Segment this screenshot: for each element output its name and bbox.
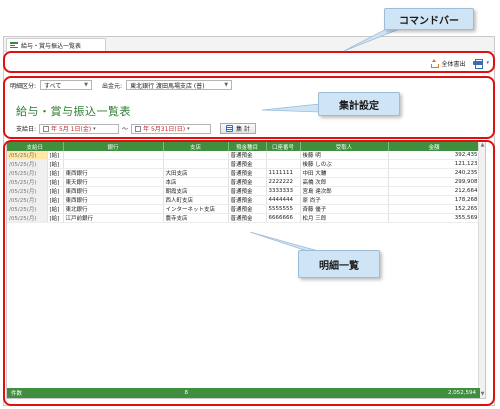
tab-label: 給与・賞与振込一覧表 [21, 43, 82, 50]
detail-list-balloon: 明細一覧 [298, 250, 380, 278]
report-icon [10, 42, 18, 49]
command-bar-callout [3, 51, 495, 73]
aggregate-settings-balloon: 集計設定 [318, 92, 400, 116]
command-bar-balloon: コマンドバー [384, 8, 474, 30]
detail-list-callout [3, 140, 495, 406]
tab-bar: 給与・賞与振込一覧表 [4, 37, 494, 52]
aggregate-settings-callout [3, 76, 495, 139]
tab-report[interactable]: 給与・賞与振込一覧表 [6, 38, 106, 52]
